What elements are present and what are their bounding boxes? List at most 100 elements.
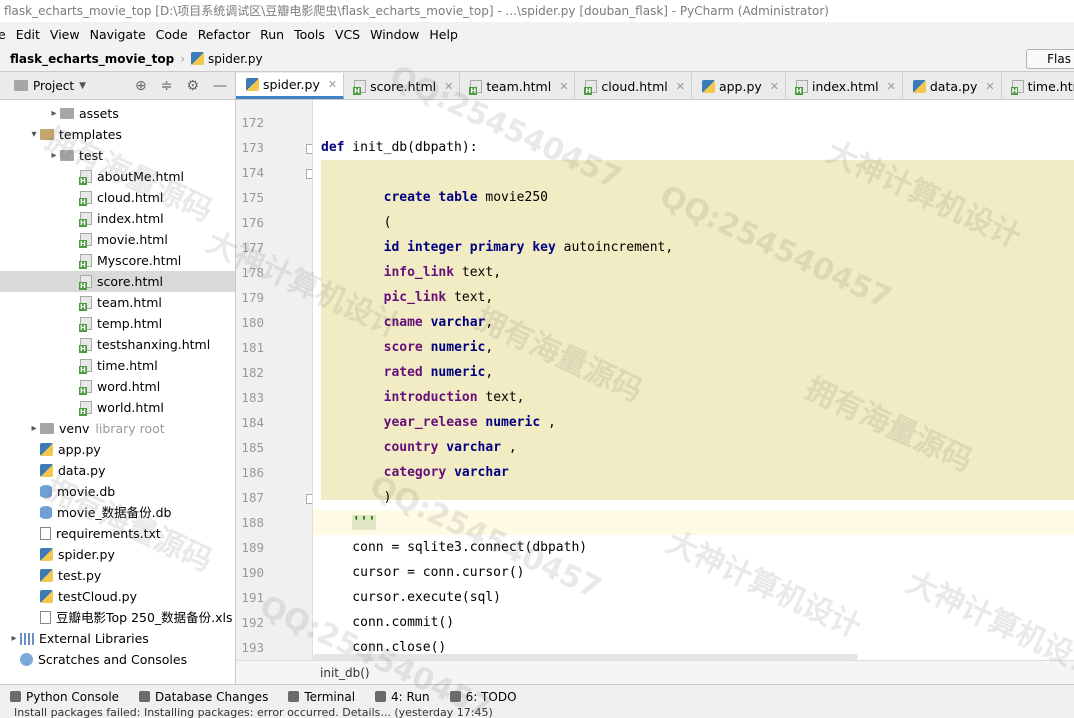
- tab-label: score.html: [370, 78, 437, 94]
- chevron-right-icon[interactable]: ▸: [28, 418, 40, 439]
- terminal-icon: [288, 691, 300, 702]
- navigation-bar: flask_echarts_movie_top › spider.py Flas: [0, 46, 1074, 72]
- todo-icon: [449, 691, 461, 702]
- tab-team-html[interactable]: team.html ✕: [460, 73, 576, 99]
- close-icon[interactable]: ✕: [676, 80, 685, 93]
- tree-item[interactable]: aboutMe.html: [0, 166, 235, 187]
- tree-item[interactable]: score.html: [0, 271, 235, 292]
- code-line: year_release numeric ,: [383, 415, 556, 430]
- tree-item[interactable]: world.html: [0, 397, 235, 418]
- code-editor[interactable]: def init_db(dbpath): sql = ''' create ta…: [312, 100, 1074, 660]
- python-file-icon: [40, 443, 53, 456]
- tree-item-label: Myscore.html: [97, 253, 182, 268]
- html-file-icon: [79, 296, 92, 311]
- editor-breadcrumb[interactable]: init_db(): [236, 660, 1074, 684]
- toolwindow-4-run[interactable]: 4: Run: [365, 690, 440, 704]
- menu-item-edit[interactable]: Edit: [11, 27, 45, 42]
- close-icon[interactable]: ✕: [559, 80, 568, 93]
- tree-item[interactable]: movie.html: [0, 229, 235, 250]
- run-config-selector[interactable]: Flas: [1026, 49, 1074, 69]
- tab-spider-py[interactable]: spider.py ✕: [236, 73, 345, 99]
- code-line: category varchar: [383, 465, 509, 480]
- nav-file-label: spider.py: [208, 51, 263, 66]
- tab-app-py[interactable]: app.py ✕: [692, 73, 786, 99]
- tree-item[interactable]: Scratches and Consoles: [0, 649, 235, 670]
- html-file-icon: [795, 79, 808, 95]
- menu-item-view[interactable]: View: [45, 27, 85, 42]
- line-number: 184: [241, 415, 264, 430]
- menu-item-vcs[interactable]: VCS: [330, 27, 365, 42]
- code-line: conn.commit(): [321, 615, 455, 630]
- tree-item[interactable]: test.py: [0, 565, 235, 586]
- database-icon: [40, 485, 52, 498]
- tree-item[interactable]: 豆瓣电影Top 250_数据备份.xls: [0, 607, 235, 628]
- close-icon[interactable]: ✕: [985, 80, 994, 93]
- tree-item[interactable]: ▾ templates: [0, 124, 235, 145]
- menu-item-code[interactable]: Code: [151, 27, 193, 42]
- toolwindow-terminal[interactable]: Terminal: [278, 690, 365, 704]
- tree-item[interactable]: movie_数据备份.db: [0, 502, 235, 523]
- tree-item[interactable]: testCloud.py: [0, 586, 235, 607]
- tree-item[interactable]: team.html: [0, 292, 235, 313]
- toolwindow-python-console[interactable]: Python Console: [0, 690, 129, 704]
- menu-item-window[interactable]: Window: [365, 27, 424, 42]
- minimize-icon[interactable]: —: [213, 78, 227, 94]
- close-icon[interactable]: ✕: [770, 80, 779, 93]
- tree-item[interactable]: movie.db: [0, 481, 235, 502]
- toolwindow-label: 6: TODO: [465, 689, 517, 704]
- breadcrumb-function[interactable]: init_db(): [320, 666, 370, 680]
- tree-item[interactable]: data.py: [0, 460, 235, 481]
- tab-time-html[interactable]: time.html✕: [1002, 73, 1074, 99]
- menu-item-navigate[interactable]: Navigate: [85, 27, 151, 42]
- tree-item[interactable]: ▸ test: [0, 145, 235, 166]
- tab-cloud-html[interactable]: cloud.html ✕: [575, 73, 692, 99]
- tree-item-label: data.py: [58, 463, 106, 478]
- tree-item-label: test: [79, 148, 104, 163]
- menu-item-run[interactable]: Run: [255, 27, 289, 42]
- tree-item[interactable]: time.html: [0, 355, 235, 376]
- tree-item[interactable]: testshanxing.html: [0, 334, 235, 355]
- tab-index-html[interactable]: index.html ✕: [786, 73, 903, 99]
- tree-item[interactable]: requirements.txt: [0, 523, 235, 544]
- close-icon[interactable]: ✕: [444, 80, 453, 93]
- tab-score-html[interactable]: score.html ✕: [344, 73, 461, 99]
- chevron-down-icon[interactable]: ▾: [28, 124, 40, 145]
- line-number: 186: [241, 465, 264, 480]
- status-message[interactable]: Install packages failed: Installing pack…: [14, 708, 493, 718]
- tab-label: index.html: [812, 78, 879, 94]
- tree-item[interactable]: cloud.html: [0, 187, 235, 208]
- tree-item[interactable]: word.html: [0, 376, 235, 397]
- toolwindow-6-todo[interactable]: 6: TODO: [440, 690, 527, 704]
- tree-item-label: test.py: [58, 568, 102, 583]
- close-icon[interactable]: ✕: [887, 80, 896, 93]
- tree-item[interactable]: temp.html: [0, 313, 235, 334]
- tree-item[interactable]: ▸ venv library root: [0, 418, 235, 439]
- close-icon[interactable]: ✕: [328, 78, 337, 91]
- toolwindow-database-changes[interactable]: Database Changes: [129, 690, 278, 704]
- gear-icon[interactable]: ⚙: [186, 78, 199, 94]
- project-view-selector[interactable]: Project ▼: [0, 79, 86, 93]
- html-file-icon: [79, 317, 92, 332]
- menu-item-help[interactable]: Help: [424, 27, 463, 42]
- tree-item[interactable]: ▸ assets: [0, 103, 235, 124]
- tree-item[interactable]: spider.py: [0, 544, 235, 565]
- tree-item-label: score.html: [97, 274, 164, 289]
- nav-file-crumb[interactable]: spider.py: [191, 52, 263, 66]
- crosshair-icon[interactable]: ⊕: [135, 78, 147, 94]
- window-title: flask_echarts_movie_top [D:\项目系统调试区\豆瓣电影…: [0, 0, 1074, 22]
- chevron-right-icon[interactable]: ▸: [48, 145, 60, 166]
- chevron-right-icon[interactable]: ▸: [48, 103, 60, 124]
- collapse-all-icon[interactable]: ≑: [161, 78, 173, 94]
- menu-item-refactor[interactable]: Refactor: [193, 27, 255, 42]
- tree-item[interactable]: app.py: [0, 439, 235, 460]
- tree-item[interactable]: Myscore.html: [0, 250, 235, 271]
- chevron-right-icon[interactable]: ▸: [8, 628, 20, 649]
- tab-data-py[interactable]: data.py ✕: [903, 73, 1002, 99]
- menu-item-e[interactable]: e: [0, 27, 11, 42]
- menu-item-tools[interactable]: Tools: [289, 27, 330, 42]
- folder-icon: [40, 129, 54, 140]
- nav-project-crumb[interactable]: flask_echarts_movie_top: [0, 52, 174, 66]
- tree-item[interactable]: ▸ External Libraries: [0, 628, 235, 649]
- tree-item[interactable]: index.html: [0, 208, 235, 229]
- code-line: def init_db(dbpath):: [321, 140, 478, 155]
